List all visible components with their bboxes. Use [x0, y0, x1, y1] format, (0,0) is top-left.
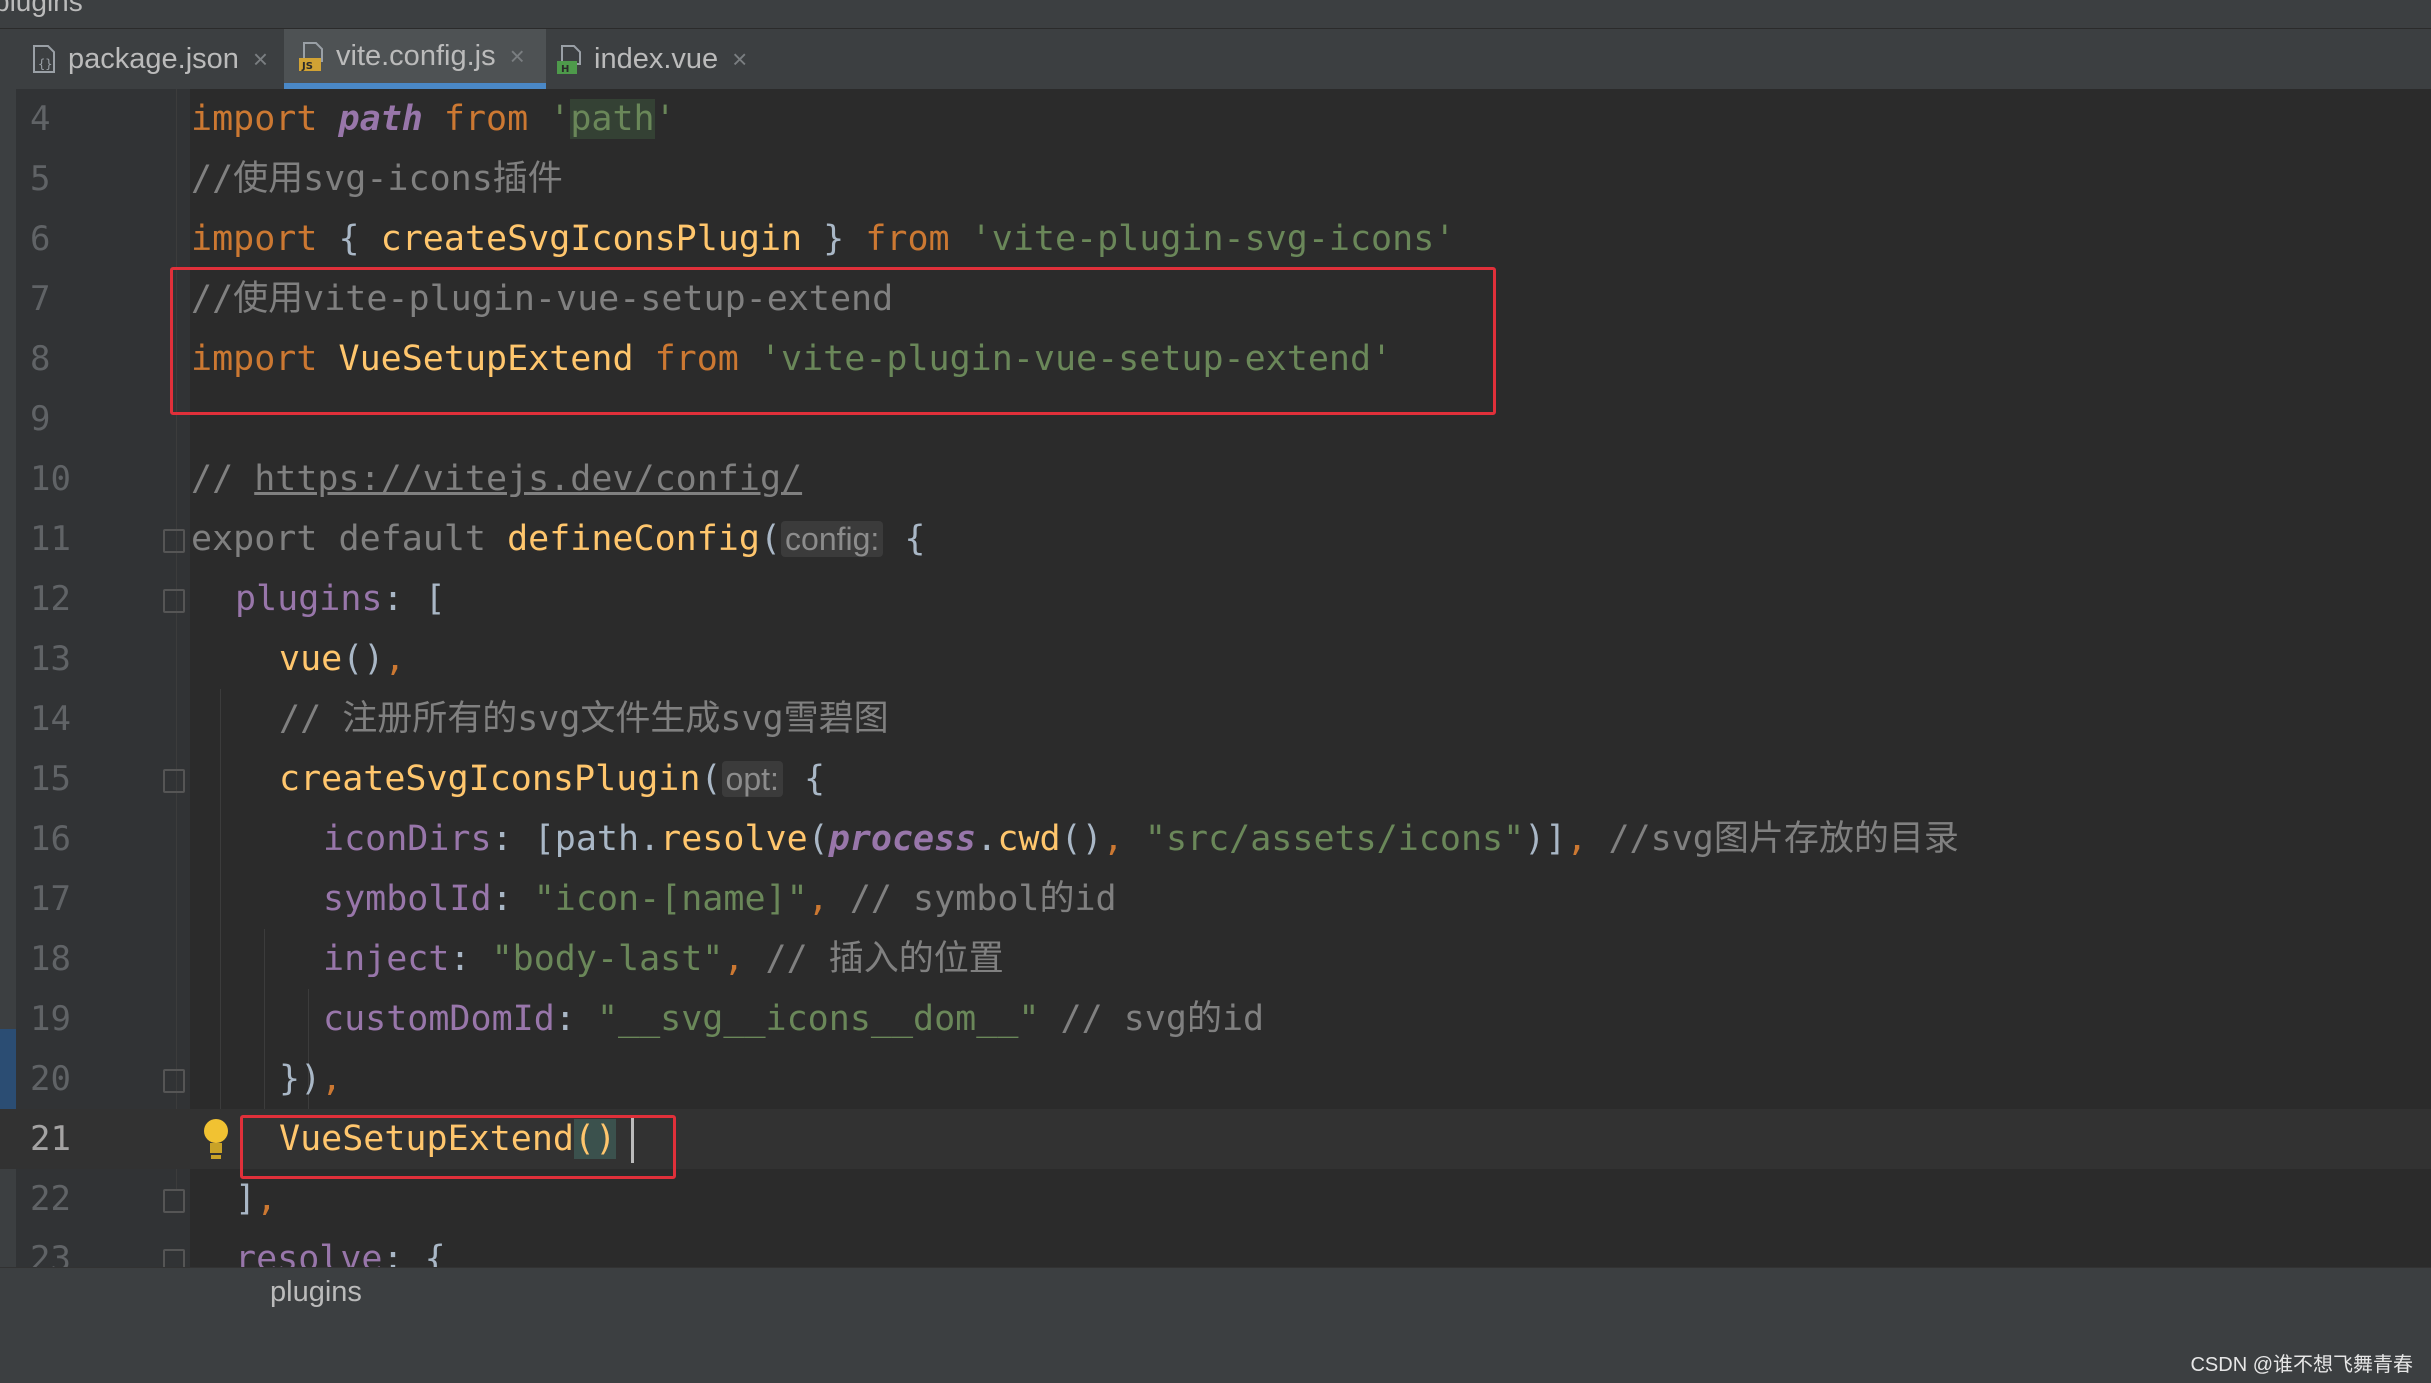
breadcrumb-bar: plugins — [0, 1267, 2431, 1326]
fold-marker-icon[interactable] — [163, 769, 185, 793]
breadcrumb-item-plugins[interactable]: plugins — [270, 1276, 362, 1309]
tab-label: package.json — [68, 42, 239, 75]
line-number: 8 — [30, 339, 51, 379]
line-number: 9 — [30, 399, 51, 439]
code-line: 5 //使用svg-icons插件 — [0, 149, 2431, 209]
line-number: 23 — [30, 1239, 71, 1267]
line-number: 11 — [30, 519, 71, 559]
close-icon[interactable]: × — [732, 44, 747, 75]
line-number: 7 — [30, 279, 51, 319]
code-line: 13 vue(), — [0, 629, 2431, 689]
code-line: 16 iconDirs: [path.resolve(process.cwd()… — [0, 809, 2431, 869]
svg-text:H: H — [561, 64, 569, 74]
fold-marker-icon[interactable] — [163, 1249, 185, 1267]
line-number: 22 — [30, 1179, 71, 1219]
title-bar: plugins — [0, 0, 2431, 28]
tab-label: index.vue — [594, 42, 719, 75]
code-line: 18 inject: "body-last", // 插入的位置 — [0, 929, 2431, 989]
editor-tab-bar: {} package.json × JS vite.config.js × H … — [0, 28, 2431, 89]
line-number: 18 — [30, 939, 71, 979]
fold-marker-icon[interactable] — [163, 529, 185, 553]
fold-marker-icon[interactable] — [163, 1069, 185, 1093]
line-number: 17 — [30, 879, 71, 919]
code-line: 14 // 注册所有的svg文件生成svg雪碧图 — [0, 689, 2431, 749]
intention-bulb-icon[interactable] — [204, 1119, 230, 1159]
highlight-box-plugin-call — [240, 1115, 676, 1179]
code-line: 11 export default defineConfig(config: { — [0, 509, 2431, 569]
code-line: 15 createSvgIconsPlugin(opt: { — [0, 749, 2431, 809]
parameter-hint: config: — [781, 521, 884, 557]
code-line: 17 symbolId: "icon-[name]", // symbol的id — [0, 869, 2431, 929]
code-line: 12 plugins: [ — [0, 569, 2431, 629]
line-number: 5 — [30, 159, 51, 199]
line-number: 6 — [30, 219, 51, 259]
line-number: 15 — [30, 759, 71, 799]
line-number: 10 — [30, 459, 71, 499]
svg-text:JS: JS — [301, 61, 313, 71]
line-number: 4 — [30, 99, 51, 139]
line-number: 14 — [30, 699, 71, 739]
config-docs-link[interactable]: https://vitejs.dev/config/ — [254, 459, 802, 499]
line-number: 16 — [30, 819, 71, 859]
code-editor[interactable]: 4 import path from 'path' 5 //使用svg-icon… — [0, 89, 2431, 1267]
code-line: 19 customDomId: "__svg__icons__dom__" //… — [0, 989, 2431, 1049]
line-number: 13 — [30, 639, 71, 679]
close-icon[interactable]: × — [510, 41, 525, 72]
top-breadcrumb: plugins — [0, 0, 83, 17]
code-line: 10 // https://vitejs.dev/config/ — [0, 449, 2431, 509]
highlight-box-import — [170, 267, 1496, 415]
line-number: 19 — [30, 999, 71, 1039]
tab-label: vite.config.js — [336, 39, 496, 72]
fold-marker-icon[interactable] — [163, 1189, 185, 1213]
fold-marker-icon[interactable] — [163, 589, 185, 613]
js-file-icon: JS — [298, 41, 326, 72]
vue-file-icon: H — [556, 44, 584, 75]
watermark: CSDN @谁不想飞舞青春 — [2190, 1354, 2413, 1376]
json-file-icon: {} — [30, 44, 58, 74]
line-number: 20 — [30, 1059, 71, 1099]
code-line: 20 }), — [0, 1049, 2431, 1109]
tab-package-json[interactable]: {} package.json × — [30, 29, 280, 89]
line-number: 21 — [30, 1119, 71, 1159]
close-icon[interactable]: × — [253, 44, 268, 75]
tab-vite-config-js[interactable]: JS vite.config.js × — [284, 29, 546, 89]
tab-index-vue[interactable]: H index.vue × — [556, 29, 766, 89]
code-line: 23 resolve: { — [0, 1229, 2431, 1267]
line-number: 12 — [30, 579, 71, 619]
code-line: 6 import { createSvgIconsPlugin } from '… — [0, 209, 2431, 269]
svg-text:{}: {} — [38, 57, 52, 71]
parameter-hint: opt: — [721, 761, 783, 797]
bottom-panel: CSDN @谁不想飞舞青春 — [0, 1325, 2431, 1383]
code-line: 4 import path from 'path' — [0, 89, 2431, 149]
